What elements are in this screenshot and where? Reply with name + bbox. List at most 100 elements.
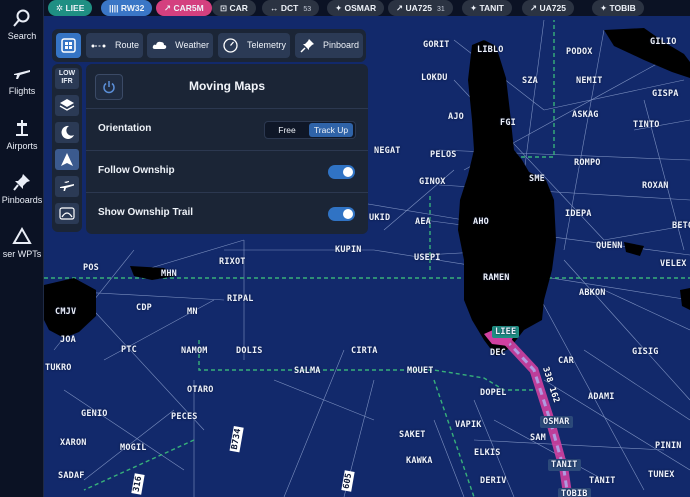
route-chip[interactable]: ⊡ CAR	[212, 0, 256, 16]
route-chip[interactable]: ↔ DCT 53	[262, 0, 320, 16]
waypoint-label[interactable]: CMJV	[55, 307, 76, 317]
nav-user-waypoints[interactable]: ser WPTs	[0, 226, 44, 259]
waypoint-label[interactable]: POS	[83, 263, 99, 273]
follow-ownship-row: Follow Ownship	[86, 151, 368, 193]
waypoint-label[interactable]: GINOX	[419, 177, 446, 187]
waypoint-label[interactable]: DOLIS	[236, 346, 263, 356]
waypoint-label[interactable]: NEGAT	[374, 146, 401, 156]
waypoint-label[interactable]: PTC	[121, 345, 137, 355]
orientation-free-option[interactable]: Free	[267, 123, 307, 137]
waypoint-label[interactable]: RIPAL	[227, 294, 254, 304]
waypoint-label[interactable]: ADAMI	[588, 392, 615, 402]
ownship-trail-toggle[interactable]	[328, 207, 355, 221]
waypoint-label[interactable]: MOGIL	[120, 443, 147, 453]
waypoint-label[interactable]: ABKON	[579, 288, 606, 298]
waypoint-label[interactable]: GISPA	[652, 89, 679, 99]
route-chip[interactable]: |||| RW32	[101, 0, 153, 16]
waypoint-label[interactable]: GILIO	[650, 37, 677, 47]
waypoint-label[interactable]: XARON	[60, 438, 87, 448]
waypoint-label[interactable]: LIBLO	[477, 45, 504, 55]
waypoint-label[interactable]: GENIO	[81, 409, 108, 419]
waypoint-label[interactable]: OTARO	[187, 385, 214, 395]
route-chip[interactable]: ✲ LIEE	[48, 0, 93, 16]
route-chip[interactable]: ✦ TANIT	[462, 0, 512, 16]
route-label-tobib[interactable]: TOBIB	[558, 488, 591, 497]
low-ifr-button[interactable]: LOW IFR	[55, 68, 79, 89]
waypoint-label[interactable]: SZA	[522, 76, 538, 86]
waypoint-label[interactable]: BETO	[672, 221, 690, 231]
waypoint-label[interactable]: MOUET	[407, 366, 434, 376]
nav-pinboards[interactable]: Pinboards	[0, 172, 44, 205]
waypoint-label[interactable]: FGI	[500, 118, 516, 128]
waypoint-label[interactable]: PECES	[171, 412, 198, 422]
pinboard-button[interactable]: Pinboard	[295, 33, 363, 58]
waypoint-label[interactable]: DERIV	[480, 476, 507, 486]
waypoint-label[interactable]: CDP	[136, 303, 152, 313]
waypoint-label[interactable]: AHO	[473, 217, 489, 227]
route-chip[interactable]: ↗ UA725 31	[388, 0, 453, 16]
route-chip[interactable]: ✦ TOBIB	[592, 0, 644, 16]
waypoint-label[interactable]: MN	[187, 307, 198, 317]
waypoint-label[interactable]: QUENN	[596, 241, 623, 251]
route-chip[interactable]: ↗ UA725	[522, 0, 574, 16]
waypoint-label[interactable]: GISIG	[632, 347, 659, 357]
route-chip[interactable]: ✦ OSMAR	[327, 0, 385, 16]
waypoint-label[interactable]: RAMEN	[483, 273, 510, 283]
waypoint-label[interactable]: GORIT	[423, 40, 450, 50]
waypoint-label[interactable]: UKID	[369, 213, 390, 223]
follow-ownship-toggle[interactable]	[328, 165, 355, 179]
layers-grid-button[interactable]	[56, 33, 81, 58]
waypoint-label[interactable]: ROXAN	[642, 181, 669, 191]
moving-map-button[interactable]	[55, 149, 79, 170]
route-chip[interactable]: ↗ CAR5M	[156, 0, 212, 16]
waypoint-label[interactable]: CIRTA	[351, 346, 378, 356]
waypoint-label[interactable]: TANIT	[589, 476, 616, 486]
night-mode-button[interactable]	[55, 122, 79, 143]
route-label-tanit[interactable]: TANIT	[548, 459, 581, 471]
orientation-track-up-option[interactable]: Track Up	[309, 123, 353, 137]
weather-button[interactable]: Weather	[147, 33, 213, 58]
telemetry-button[interactable]: Telemetry	[218, 33, 290, 58]
waypoint-label[interactable]: TINTO	[633, 120, 660, 130]
terrain-button[interactable]	[55, 203, 79, 224]
route-label-osmar[interactable]: OSMAR	[540, 416, 573, 428]
waypoint-label[interactable]: VELEX	[660, 259, 687, 269]
waypoint-label[interactable]: SADAF	[58, 471, 85, 481]
waypoint-label[interactable]: ELKIS	[474, 448, 501, 458]
waypoint-label[interactable]: ROMPO	[574, 158, 601, 168]
terrain-icon	[59, 207, 75, 220]
waypoint-label[interactable]: USEPI	[414, 253, 441, 263]
follow-ownship-label: Follow Ownship	[98, 165, 175, 176]
waypoint-label[interactable]: NEMIT	[576, 76, 603, 86]
waypoint-label[interactable]: JOA	[60, 335, 76, 345]
waypoint-label[interactable]: KUPIN	[335, 245, 362, 255]
traffic-button[interactable]	[55, 176, 79, 197]
waypoint-label[interactable]: NAMOM	[181, 346, 208, 356]
waypoint-label[interactable]: AEA	[415, 217, 431, 227]
nav-search[interactable]: Search	[0, 8, 44, 41]
route-strip: ✲ LIEE |||| RW32 ↗ CAR5M ⊡ CAR ↔ DCT 53 ✦…	[44, 0, 690, 16]
nav-airports[interactable]: Airports	[0, 118, 44, 151]
waypoint-label[interactable]: SALMA	[294, 366, 321, 376]
waypoint-label[interactable]: MHN	[161, 269, 177, 279]
waypoint-label[interactable]: SME	[529, 174, 545, 184]
waypoint-label[interactable]: TUNEX	[648, 470, 675, 480]
waypoint-label[interactable]: PELOS	[430, 150, 457, 160]
waypoint-label[interactable]: ASKAG	[572, 110, 599, 120]
waypoint-label[interactable]: VAPIK	[455, 420, 482, 430]
nav-flights[interactable]: Flights	[0, 63, 44, 96]
route-button[interactable]: Route	[86, 33, 143, 58]
waypoint-label[interactable]: TUKRO	[45, 363, 72, 373]
waypoint-label[interactable]: RIXOT	[219, 257, 246, 267]
waypoint-label[interactable]: DOPEL	[480, 388, 507, 398]
waypoint-label[interactable]: CAR	[558, 356, 574, 366]
waypoint-label[interactable]: PODOX	[566, 47, 593, 57]
airport-label[interactable]: LIEE	[492, 326, 520, 338]
waypoint-label[interactable]: AJO	[448, 112, 464, 122]
waypoint-label[interactable]: IDEPA	[565, 209, 592, 219]
waypoint-label[interactable]: KAWKA	[406, 456, 433, 466]
layers-button[interactable]	[55, 95, 79, 116]
waypoint-label[interactable]: PININ	[655, 441, 682, 451]
waypoint-label[interactable]: LOKDU	[421, 73, 448, 83]
waypoint-label[interactable]: SAKET	[399, 430, 426, 440]
